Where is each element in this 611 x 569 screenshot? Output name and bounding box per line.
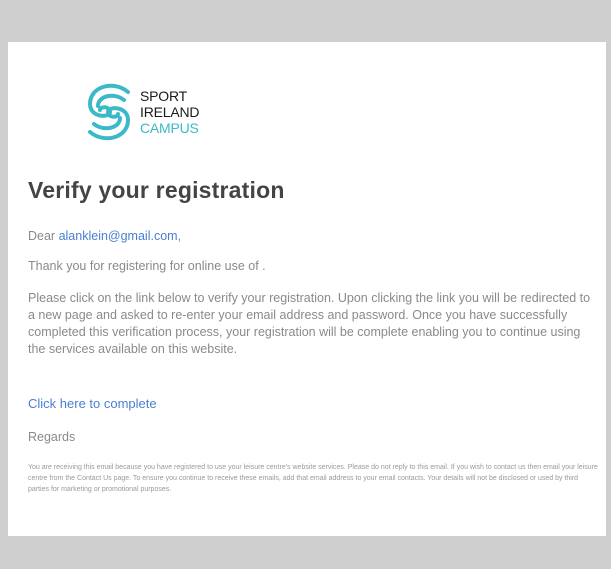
recipient-email-link[interactable]: alanklein@gmail.com xyxy=(59,229,178,243)
complete-registration-link[interactable]: Click here to complete xyxy=(28,396,157,411)
spiral-logo-icon xyxy=(87,83,131,141)
logo-wordmark: SPORT IRELAND CAMPUS xyxy=(140,88,199,136)
email-viewer: SPORT IRELAND CAMPUS Verify your registr… xyxy=(0,0,611,569)
email-heading: Verify your registration xyxy=(28,177,285,203)
logo-text-sport: SPORT xyxy=(140,88,187,104)
footer-disclaimer: You are receiving this email because you… xyxy=(28,464,598,493)
greeting-prefix: Dear xyxy=(28,229,59,243)
email-body: SPORT IRELAND CAMPUS Verify your registr… xyxy=(8,42,606,536)
greeting-suffix: , xyxy=(177,229,182,243)
greeting: Dear alanklein@gmail.com, xyxy=(28,228,181,245)
logo-text-ireland: IRELAND xyxy=(140,104,200,120)
thanks-text: Thank you for registering for online use… xyxy=(28,259,266,273)
sport-ireland-campus-logo: SPORT IRELAND CAMPUS xyxy=(84,82,199,142)
instructions-text: Please click on the link below to verify… xyxy=(28,291,591,356)
regards-text: Regards xyxy=(28,430,76,444)
logo-text-campus: CAMPUS xyxy=(140,120,199,136)
